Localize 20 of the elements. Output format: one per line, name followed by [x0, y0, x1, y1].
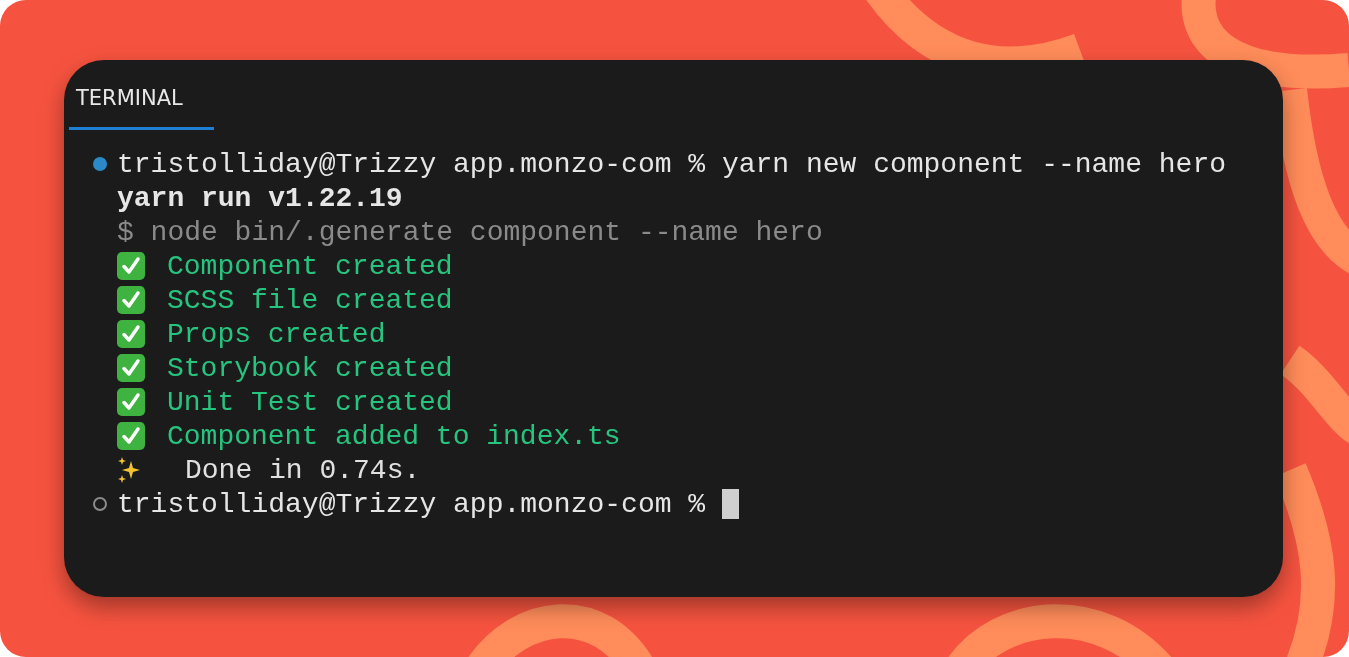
output-line: Props created	[167, 318, 386, 350]
output-line: Component added to index.ts	[167, 420, 621, 452]
output-line: Storybook created	[167, 352, 453, 384]
check-icon	[117, 422, 145, 450]
prompt-text: tristolliday@Trizzy app.monzo-com %	[117, 148, 706, 180]
check-icon	[117, 354, 145, 382]
sparkle-icon	[117, 457, 141, 483]
prompt-text: tristolliday@Trizzy app.monzo-com %	[117, 488, 706, 520]
check-icon	[117, 252, 145, 280]
output-line: $ node bin/.generate component --name hero	[117, 216, 823, 248]
output-line: SCSS file created	[167, 284, 453, 316]
check-icon	[117, 388, 145, 416]
check-icon	[117, 320, 145, 348]
output-line: yarn run v1.22.19	[117, 182, 403, 214]
check-icon	[117, 286, 145, 314]
output-line: Done in 0.74s.	[185, 454, 421, 486]
output-line: Component created	[167, 250, 453, 282]
output-line: Unit Test created	[167, 386, 453, 418]
command-text: yarn new component --name hero	[721, 148, 1226, 180]
terminal-tab[interactable]: TERMINAL	[69, 78, 214, 130]
